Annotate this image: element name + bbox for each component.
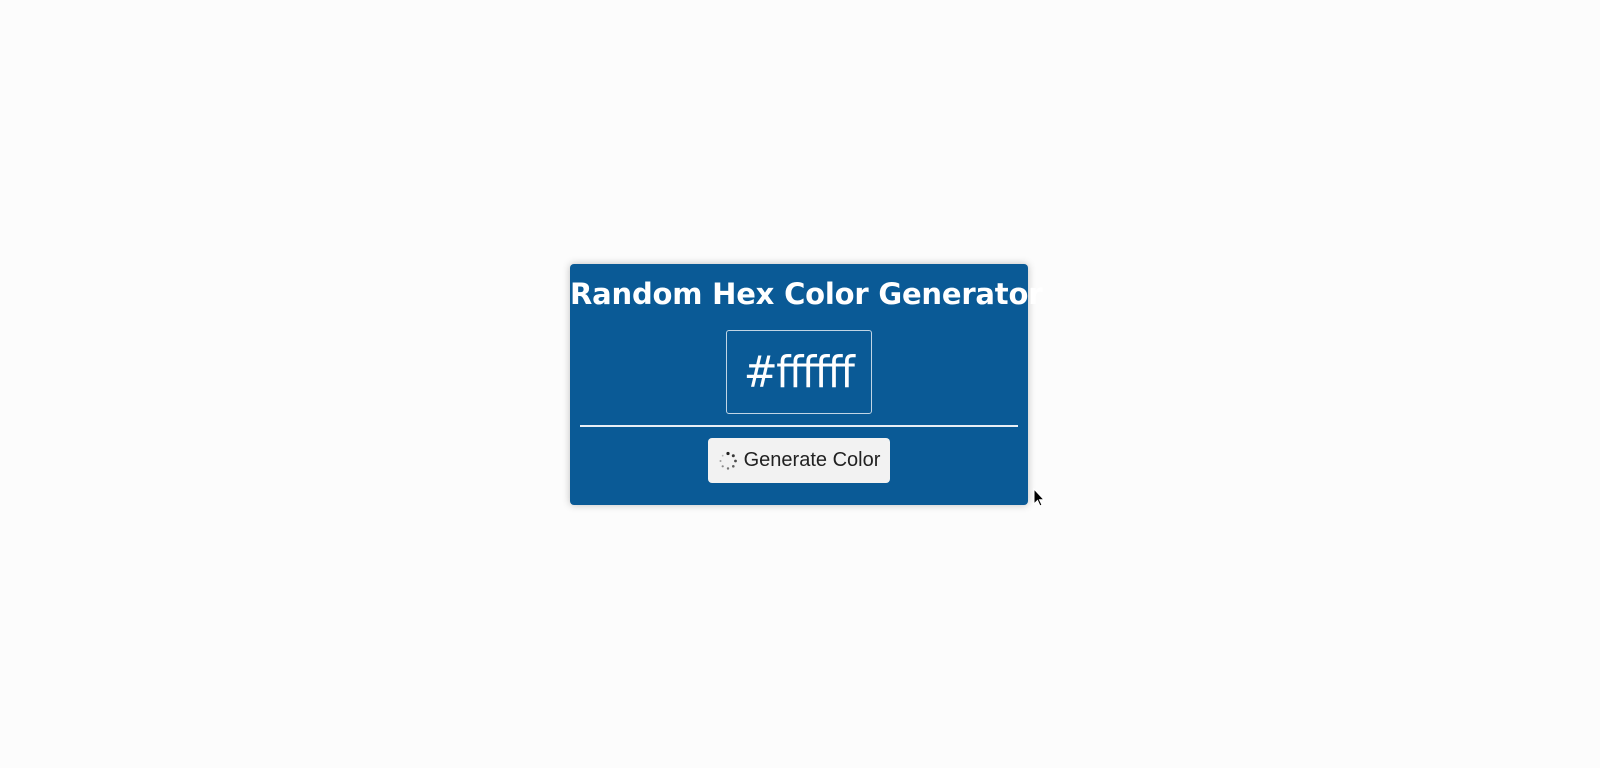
hex-value-text: #ffffff bbox=[744, 346, 855, 398]
mouse-cursor-icon bbox=[1033, 487, 1047, 508]
app-title: Random Hex Color Generator bbox=[570, 277, 1043, 311]
generate-color-label: Generate Color bbox=[743, 449, 881, 471]
divider bbox=[580, 425, 1018, 427]
page: Random Hex Color Generator #ffffff Gener… bbox=[0, 0, 1600, 768]
generator-card: Random Hex Color Generator #ffffff Gener… bbox=[570, 264, 1043, 505]
generate-color-button[interactable]: Generate Color bbox=[708, 438, 890, 483]
spinner-icon bbox=[718, 451, 738, 471]
hex-value-box: #ffffff bbox=[726, 330, 872, 414]
